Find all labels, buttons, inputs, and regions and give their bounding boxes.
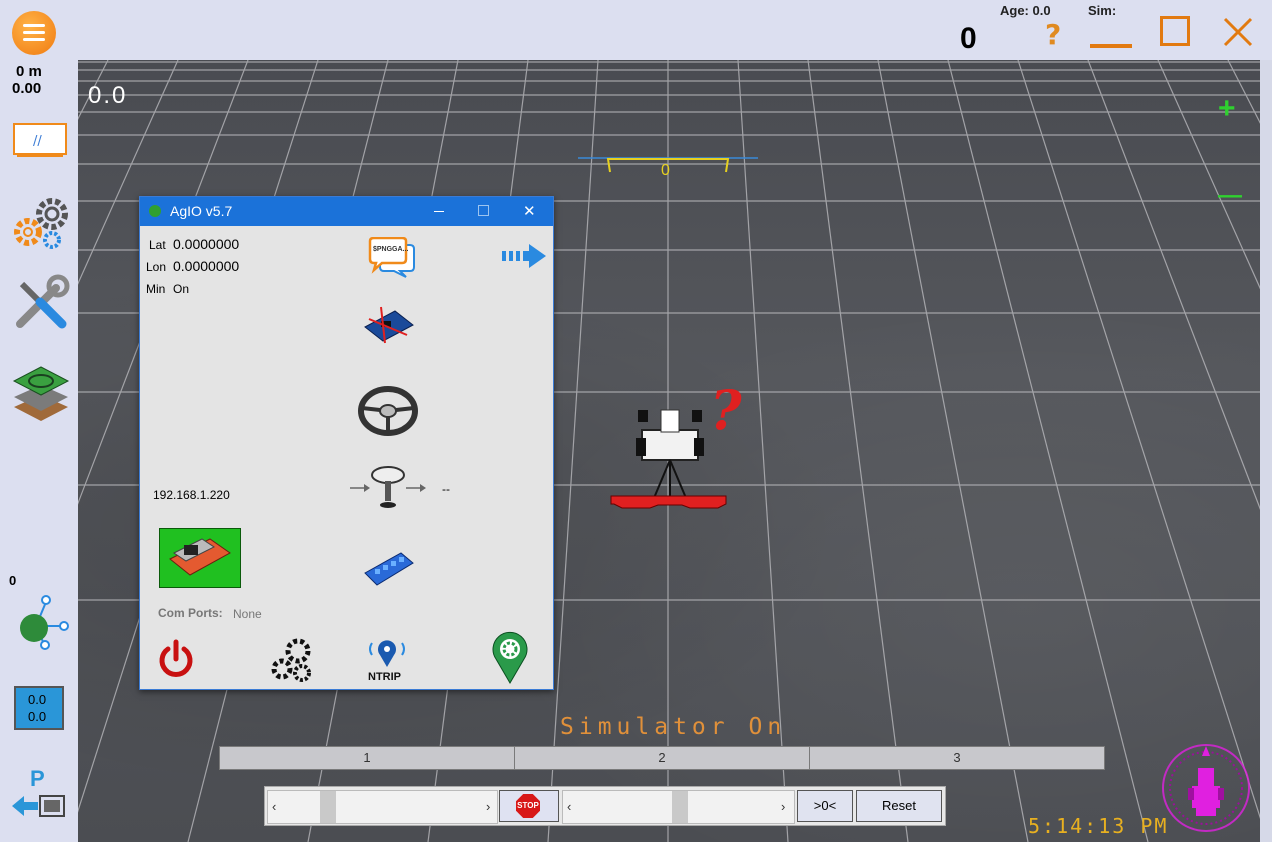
com-ports-value: None [233, 607, 262, 621]
lon-value: 0.0000000 [173, 258, 240, 274]
forward-arrow-icon[interactable] [500, 243, 548, 269]
lon-label: Lon [146, 260, 167, 274]
offset-top-value: 0.0 [28, 692, 47, 707]
section-3-button[interactable]: 3 [809, 746, 1105, 770]
ethernet-module-button[interactable] [159, 528, 241, 588]
compass-icon[interactable] [1160, 742, 1252, 834]
distance-label: 0 m [16, 63, 42, 80]
speed-right-arrow[interactable]: › [781, 799, 785, 814]
speed-left-arrow[interactable]: ‹ [567, 799, 571, 814]
tools-wrench-icon[interactable] [12, 274, 70, 332]
agio-settings-icon[interactable] [270, 637, 314, 683]
zoom-in-button[interactable]: + [1218, 92, 1236, 126]
ntrip-label: NTRIP [368, 671, 401, 683]
distance-value: 0.00 [12, 80, 42, 97]
gps-antenna-icon[interactable] [348, 463, 428, 513]
offset-box[interactable]: 0.0 0.0 [14, 686, 64, 730]
field-layers-icon[interactable] [12, 363, 70, 425]
min-value: On [173, 282, 190, 296]
sim-control-bar: ‹ › STOP ‹ › >0< Reset [264, 786, 946, 826]
network-nodes-icon[interactable] [14, 590, 70, 650]
section-2-button[interactable]: 2 [514, 746, 810, 770]
left-sidebar: 0 m 0.00 // 0 0.0 0.0 P [0, 60, 78, 842]
zoom-out-button[interactable]: — [1218, 182, 1242, 210]
offset-bottom-value: 0.0 [28, 709, 47, 724]
stop-button[interactable]: STOP [499, 790, 559, 822]
agio-app-icon [149, 205, 161, 217]
reset-button[interactable]: Reset [856, 790, 942, 822]
simulator-status: Simulator On [560, 714, 787, 740]
maximize-icon[interactable] [1160, 16, 1190, 46]
stop-sign-icon: STOP [516, 794, 540, 818]
speed-scroll-thumb[interactable] [672, 791, 688, 823]
steer-scrollbar[interactable]: ‹ › [267, 790, 498, 824]
no-gps-question-mark: ? [710, 378, 742, 442]
zero-button[interactable]: >0< [797, 790, 853, 822]
power-icon[interactable] [156, 639, 196, 679]
mid-value: 0 [9, 573, 17, 588]
svg-text:?: ? [1045, 18, 1061, 50]
speed-scrollbar[interactable]: ‹ › [562, 790, 795, 824]
lat-value: 0.0000000 [173, 236, 240, 252]
section-1-button[interactable]: 1 [219, 746, 515, 770]
speed-readout: 0.0 [88, 82, 128, 109]
lightbar-value: 0 [661, 162, 670, 179]
location-settings-icon[interactable] [490, 629, 530, 685]
lat-label: Lat [149, 238, 166, 252]
tram-lines-button[interactable]: // [13, 123, 67, 157]
agio-window: AgIO v5.7 ✕ Lat 0.0000000 Lon 0.0000000 … [139, 196, 554, 690]
park-vehicle-icon[interactable] [10, 790, 70, 824]
agio-minimize-icon[interactable] [434, 211, 444, 212]
sim-label: Sim: [1088, 3, 1117, 18]
steer-right-arrow[interactable]: › [486, 799, 490, 814]
com-ports-label: Com Ports: [158, 606, 223, 620]
clock: 5:14:13 PM [1028, 814, 1169, 838]
hamburger-menu-button[interactable] [12, 11, 56, 55]
question-icon[interactable]: ? [1043, 18, 1067, 51]
machine-module-icon[interactable] [361, 545, 417, 595]
agio-maximize-icon[interactable] [478, 205, 489, 216]
agio-title-bar[interactable]: AgIO v5.7 ✕ [140, 197, 553, 226]
right-strip [1260, 60, 1272, 842]
steer-left-arrow[interactable]: ‹ [272, 799, 276, 814]
close-icon[interactable] [1222, 16, 1254, 48]
ip-address: 192.168.1.220 [153, 488, 230, 502]
gps-rate: -- [442, 482, 450, 496]
age-label: Age: 0.0 [1000, 3, 1051, 18]
svg-text://: // [33, 134, 42, 149]
imu-board-icon[interactable] [361, 305, 417, 347]
nmea-chat-icon[interactable]: $PNGGA... [368, 236, 416, 279]
agio-title: AgIO v5.7 [170, 203, 233, 219]
min-label: Min [146, 282, 166, 296]
ntrip-pin-icon[interactable] [364, 637, 410, 669]
steer-scroll-thumb[interactable] [320, 791, 336, 823]
counter-value: 0 [960, 22, 977, 55]
settings-gears-icon[interactable] [12, 192, 72, 252]
agio-close-icon[interactable]: ✕ [523, 202, 536, 220]
park-label: P [30, 766, 45, 791]
steering-wheel-icon[interactable] [358, 386, 418, 436]
nmea-badge: $PNGGA... [373, 246, 409, 253]
top-bar: Age: 0.0 Sim: 0 ? [0, 0, 1272, 60]
minimize-icon[interactable] [1090, 44, 1132, 48]
